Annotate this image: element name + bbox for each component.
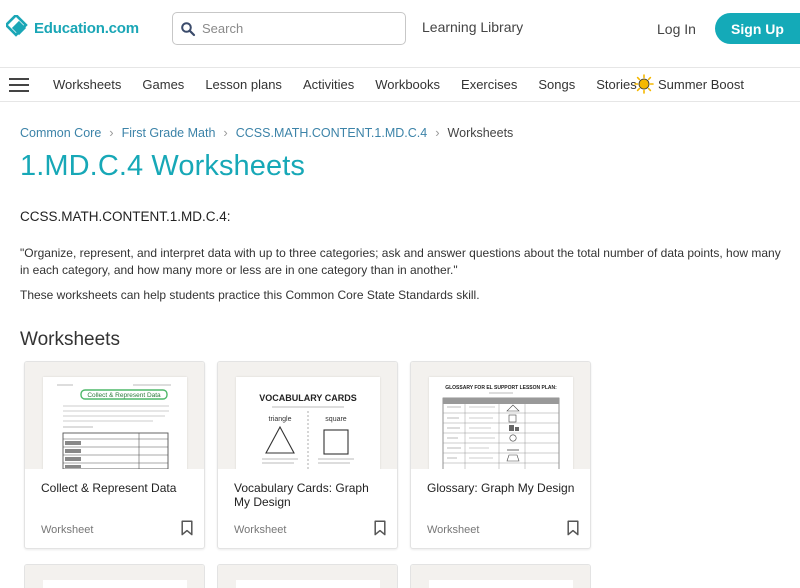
signup-button[interactable]: Sign Up: [715, 13, 800, 44]
nav-item-workbooks[interactable]: Workbooks: [375, 77, 440, 92]
worksheet-thumbnail: [25, 565, 204, 588]
worksheet-type-label: Worksheet: [41, 524, 94, 536]
standard-code-suffix: :: [226, 209, 231, 224]
breadcrumb-common-core[interactable]: Common Core: [20, 126, 101, 140]
sun-icon: [634, 74, 654, 94]
chevron-right-icon: ›: [223, 125, 228, 140]
thumbnail-paper: [43, 580, 187, 588]
thumbnail-paper: Collect & Represent Data: [43, 377, 187, 469]
top-header: Education.com Learning Library Log In Si…: [0, 0, 800, 58]
worksheet-preview-image: GLOSSARY FOR EL SUPPORT LESSON PLAN:: [442, 385, 560, 469]
page-title: 1.MD.C.4 Worksheets: [20, 150, 306, 182]
worksheet-title[interactable]: Vocabulary Cards: Graph My Design: [234, 481, 384, 509]
worksheet-title[interactable]: Glossary: Graph My Design: [427, 481, 577, 495]
nav-item-games[interactable]: Games: [142, 77, 184, 92]
worksheet-thumbnail: [411, 565, 590, 588]
search-input[interactable]: [202, 21, 392, 36]
worksheet-title[interactable]: Collect & Represent Data: [41, 481, 191, 495]
main-nav: Worksheets Games Lesson plans Activities…: [0, 67, 800, 102]
standard-help-text: These worksheets can help students pract…: [20, 288, 480, 302]
standard-description: "Organize, represent, and interpret data…: [20, 246, 781, 277]
thumbnail-paper: [429, 580, 573, 588]
thumb-word-triangle: triangle: [269, 416, 292, 423]
worksheet-preview-image: Collect & Represent Data: [57, 384, 171, 469]
worksheet-card[interactable]: [24, 564, 205, 588]
thumb-heading: Collect & Represent Data: [87, 392, 161, 399]
nav-items: Worksheets Games Lesson plans Activities…: [53, 77, 658, 92]
nav-item-exercises[interactable]: Exercises: [461, 77, 517, 92]
bookmark-icon[interactable]: [374, 520, 386, 536]
worksheet-thumbnail: GLOSSARY FOR EL SUPPORT LESSON PLAN:: [411, 362, 590, 469]
thumb-word-square: square: [325, 416, 347, 423]
worksheet-card[interactable]: VOCABULARY CARDS triangle square Vocabul…: [217, 361, 398, 549]
logo[interactable]: Education.com: [6, 15, 139, 41]
learning-library-link[interactable]: Learning Library: [422, 19, 523, 35]
nav-item-stories[interactable]: Stories: [596, 77, 636, 92]
thumbnail-paper: GLOSSARY FOR EL SUPPORT LESSON PLAN:: [429, 377, 573, 469]
worksheet-thumbnail: Collect & Represent Data: [25, 362, 204, 469]
nav-item-lesson-plans[interactable]: Lesson plans: [205, 77, 282, 92]
breadcrumb-first-grade-math[interactable]: First Grade Math: [122, 126, 216, 140]
search-box[interactable]: [172, 12, 406, 45]
thumbnail-paper: VOCABULARY CARDS triangle square: [236, 377, 380, 469]
worksheet-card[interactable]: GLOSSARY FOR EL SUPPORT LESSON PLAN: Glo…: [410, 361, 591, 549]
bookmark-icon[interactable]: [181, 520, 193, 536]
chevron-right-icon: ›: [435, 125, 440, 140]
worksheet-card[interactable]: [217, 564, 398, 588]
nav-item-summer-boost[interactable]: Summer Boost: [634, 74, 744, 94]
worksheet-card[interactable]: Collect & Represent Data Collect & Repre…: [24, 361, 205, 549]
standard-code: CCSS.MATH.CONTENT.1.MD.C.4:: [20, 209, 231, 224]
login-link[interactable]: Log In: [657, 21, 696, 37]
chevron-right-icon: ›: [109, 125, 114, 140]
search-icon: [181, 21, 196, 36]
summer-boost-label: Summer Boost: [658, 76, 744, 92]
education-logo-icon: [6, 15, 28, 37]
bookmark-icon[interactable]: [567, 520, 579, 536]
logo-text: Education.com: [34, 19, 139, 37]
worksheet-type-label: Worksheet: [234, 524, 287, 536]
worksheet-thumbnail: [218, 565, 397, 588]
nav-item-worksheets[interactable]: Worksheets: [53, 77, 121, 92]
breadcrumb: Common Core › First Grade Math › CCSS.MA…: [20, 125, 513, 140]
worksheet-thumbnail: VOCABULARY CARDS triangle square: [218, 362, 397, 469]
breadcrumb-standard[interactable]: CCSS.MATH.CONTENT.1.MD.C.4: [236, 126, 427, 140]
thumb-heading: VOCABULARY CARDS: [259, 393, 357, 403]
thumb-heading: GLOSSARY FOR EL SUPPORT LESSON PLAN:: [445, 385, 557, 391]
worksheet-preview-image: VOCABULARY CARDS triangle square: [259, 393, 357, 469]
hamburger-menu-icon[interactable]: [9, 77, 29, 93]
worksheet-type-label: Worksheet: [427, 524, 480, 536]
breadcrumb-current: Worksheets: [447, 125, 514, 140]
nav-item-activities[interactable]: Activities: [303, 77, 354, 92]
section-title: Worksheets: [20, 329, 120, 350]
worksheet-card[interactable]: [410, 564, 591, 588]
standard-code-text: CCSS.MATH.CONTENT.1.MD.C.4: [20, 209, 227, 224]
thumbnail-paper: [236, 580, 380, 588]
nav-item-songs[interactable]: Songs: [538, 77, 575, 92]
